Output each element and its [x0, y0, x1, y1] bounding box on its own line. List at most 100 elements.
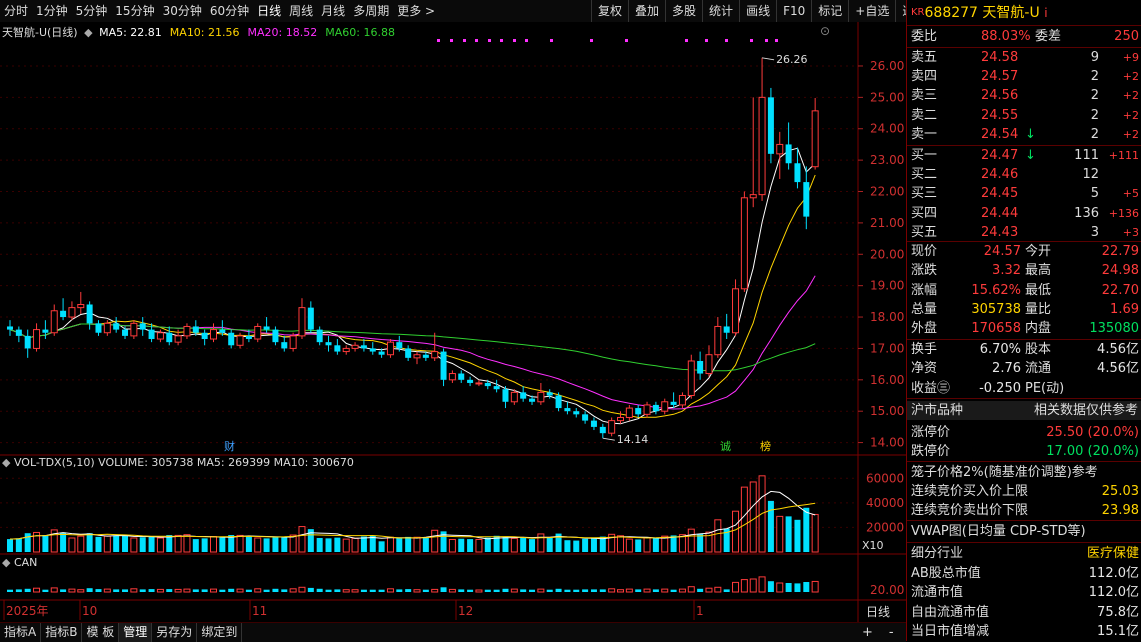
bid-row[interactable]: 买五 24.43 3 +3 — [911, 223, 1139, 242]
can-bar — [458, 589, 465, 592]
can-bar — [537, 588, 545, 593]
settings-icon[interactable]: ◆ — [2, 556, 10, 569]
ask-row[interactable]: 卖四 24.57 2 +2 — [911, 67, 1139, 86]
quote-value: 305738 — [971, 301, 1021, 317]
volume-bar — [219, 536, 226, 552]
tool-button-4[interactable]: 画线 — [739, 0, 776, 22]
can-bar — [95, 589, 102, 592]
tool-button-3[interactable]: 统计 — [702, 0, 739, 22]
can-bar — [113, 589, 120, 592]
event-marker-2[interactable]: 榜 — [760, 439, 771, 453]
period-2[interactable]: 5分钟 — [72, 0, 112, 22]
market-cap-value: 15.1亿 — [1097, 623, 1139, 639]
indicator-tab-3[interactable]: 管理 — [119, 623, 153, 642]
bid-row[interactable]: 买一 24.47 ↓ 111 +111 — [911, 146, 1139, 165]
ask-row[interactable]: 卖一 24.54 ↓ 2 +2 — [911, 125, 1139, 144]
period-7[interactable]: 周线 — [285, 0, 317, 22]
event-marker-1[interactable]: 诚 — [720, 440, 731, 453]
period-9[interactable]: 多周期 — [349, 0, 393, 22]
indicator-tab-4[interactable]: 另存为 — [152, 623, 198, 642]
level-price: 24.44 — [981, 205, 1019, 221]
vwap-row[interactable]: VWAP图(日均量 CDP-STD等) — [911, 522, 1139, 541]
can-bar — [749, 578, 757, 593]
can-bar — [431, 588, 439, 593]
candle — [767, 87, 774, 164]
settings-icon[interactable]: ◆ — [84, 26, 92, 39]
tool-button-5[interactable]: F10 — [776, 0, 811, 22]
settings-icon[interactable]: ◆ — [2, 456, 10, 469]
tool-button-0[interactable]: 复权 — [591, 0, 628, 22]
x-axis-label-3: 12 — [458, 604, 473, 618]
tool-button-6[interactable]: 标记 — [811, 0, 848, 22]
tool-button-1[interactable]: 叠加 — [628, 0, 665, 22]
can-bar — [33, 587, 41, 593]
can-bar — [325, 589, 332, 592]
zoom-controls: + - — [862, 625, 894, 640]
volume-bar — [582, 538, 589, 552]
zoom-out-button[interactable]: - — [889, 625, 894, 640]
can-bar — [670, 589, 677, 592]
indicator-tab-2[interactable]: 模 板 — [82, 623, 120, 642]
stat-value: 6.70% — [979, 342, 1021, 357]
volume-bar — [183, 534, 191, 553]
period-4[interactable]: 30分钟 — [159, 0, 206, 22]
indicator-tab-0[interactable]: 指标A — [0, 623, 42, 642]
period-5[interactable]: 60分钟 — [206, 0, 253, 22]
can-tick-label: 20.00 — [870, 583, 904, 597]
bid-row[interactable]: 买二 24.46 12 — [911, 165, 1139, 184]
can-bar — [405, 589, 412, 592]
can-bar — [334, 589, 341, 592]
can-bar — [316, 588, 323, 592]
candle — [740, 191, 748, 292]
price-tick-label: 24.00 — [870, 122, 904, 136]
level-change: +5 — [1122, 187, 1139, 201]
period-6[interactable]: 日线 — [253, 0, 285, 22]
limit-down-label: 跌停价 — [911, 444, 951, 459]
ask-row[interactable]: 卖三 24.56 2 +2 — [911, 86, 1139, 105]
volume-bar — [236, 534, 244, 553]
level-change: +9 — [1122, 51, 1139, 64]
ask-row[interactable]: 卖二 24.55 2 +2 — [911, 106, 1139, 125]
tool-button-7[interactable]: +自选 — [848, 0, 895, 22]
stock-code: 688277 — [924, 5, 978, 21]
bid-upper-value: 25.03 — [1101, 484, 1139, 499]
period-3[interactable]: 15分钟 — [111, 0, 158, 22]
ask-lower-value: 23.98 — [1101, 503, 1139, 518]
level-price: 24.45 — [981, 186, 1019, 202]
event-marker-0[interactable]: 财 — [224, 439, 235, 453]
price-tick-label: 14.00 — [870, 436, 904, 450]
bid-row[interactable]: 买四 24.44 136 +136 — [911, 204, 1139, 223]
collapse-icon[interactable]: ⊙ — [820, 24, 830, 38]
level-change: +2 — [1122, 108, 1139, 122]
ask-row[interactable]: 卖五 24.58 9 +9 — [911, 48, 1139, 67]
level-label: 买一 — [911, 148, 938, 163]
tool-button-2[interactable]: 多股 — [665, 0, 702, 22]
level-volume: 12 — [1082, 167, 1099, 183]
indicator-tab-1[interactable]: 指标B — [41, 623, 83, 642]
info-icon[interactable]: i — [1044, 6, 1047, 20]
period-8[interactable]: 月线 — [317, 0, 349, 22]
market-cap-value: 75.8亿 — [1097, 604, 1139, 620]
industry-value[interactable]: 医疗保健 — [1087, 544, 1139, 563]
period-10[interactable]: 更多 > — [393, 0, 439, 22]
down-arrow-icon: ↓ — [1025, 126, 1036, 142]
vwap-text[interactable]: VWAP图(日均量 CDP-STD等) — [911, 522, 1086, 541]
market-cap-label: 自由流通市值 — [911, 604, 990, 620]
candle — [254, 323, 262, 343]
period-1[interactable]: 1分钟 — [32, 0, 72, 22]
can-bar — [625, 588, 633, 593]
period-0[interactable]: 分时 — [0, 0, 32, 22]
zoom-in-button[interactable]: + — [862, 625, 873, 640]
volume-bar — [635, 539, 642, 552]
bid-row[interactable]: 买三 24.45 5 +5 — [911, 184, 1139, 203]
period-indicator[interactable]: 日线 — [866, 605, 890, 619]
level-label: 卖一 — [911, 126, 938, 142]
quote-value: 3.32 — [992, 263, 1021, 279]
volume-bar — [192, 539, 199, 552]
volume-bar — [678, 534, 686, 553]
indicator-tab-5[interactable]: 绑定到 — [197, 623, 243, 642]
volume-bar — [334, 537, 341, 552]
market-prefix: KR — [911, 7, 925, 18]
can-bar — [228, 588, 235, 592]
level-label: 买五 — [911, 224, 938, 240]
